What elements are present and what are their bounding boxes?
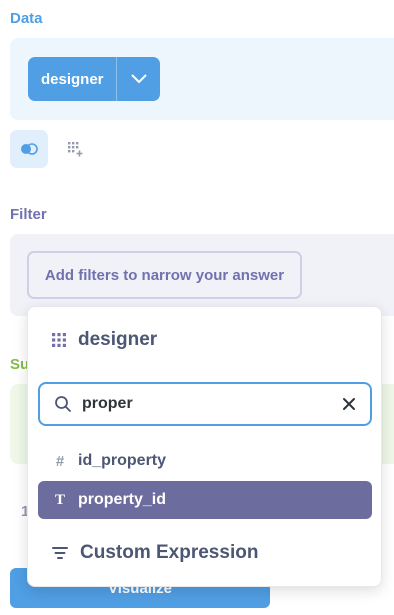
column-search-input[interactable] — [82, 395, 322, 413]
column-option-label: id_property — [78, 452, 167, 469]
data-section-label: Data — [10, 10, 43, 27]
filter-section-label: Filter — [10, 206, 47, 223]
column-search-box[interactable] — [38, 382, 372, 426]
column-option-id-property[interactable]: # id_property — [38, 442, 372, 480]
custom-expression-option[interactable]: Custom Expression — [52, 542, 258, 564]
search-icon — [54, 395, 72, 413]
filter-lines-icon — [52, 546, 68, 560]
table-name: designer — [41, 70, 104, 88]
column-option-label: property_id — [78, 491, 167, 508]
custom-column-button[interactable] — [56, 130, 94, 168]
grid-plus-icon — [67, 141, 83, 157]
chevron-down-icon[interactable] — [117, 74, 160, 84]
text-type-icon: T — [54, 491, 65, 508]
popover-header[interactable]: designer — [52, 329, 157, 351]
join-data-button[interactable] — [10, 130, 48, 168]
custom-expression-label: Custom Expression — [80, 542, 259, 563]
table-picker-button[interactable]: designer — [28, 57, 160, 101]
column-option-property-id[interactable]: T property_id — [38, 481, 372, 519]
add-filter-button[interactable]: Add filters to narrow your answer — [27, 251, 302, 299]
join-icon — [20, 143, 38, 155]
table-grid-icon — [52, 333, 66, 347]
filter-column-popover: designer # id_property T property_id Cu — [27, 306, 382, 587]
popover-table-title: designer — [78, 329, 158, 350]
close-icon[interactable] — [342, 397, 356, 411]
number-type-icon: # — [55, 452, 65, 470]
